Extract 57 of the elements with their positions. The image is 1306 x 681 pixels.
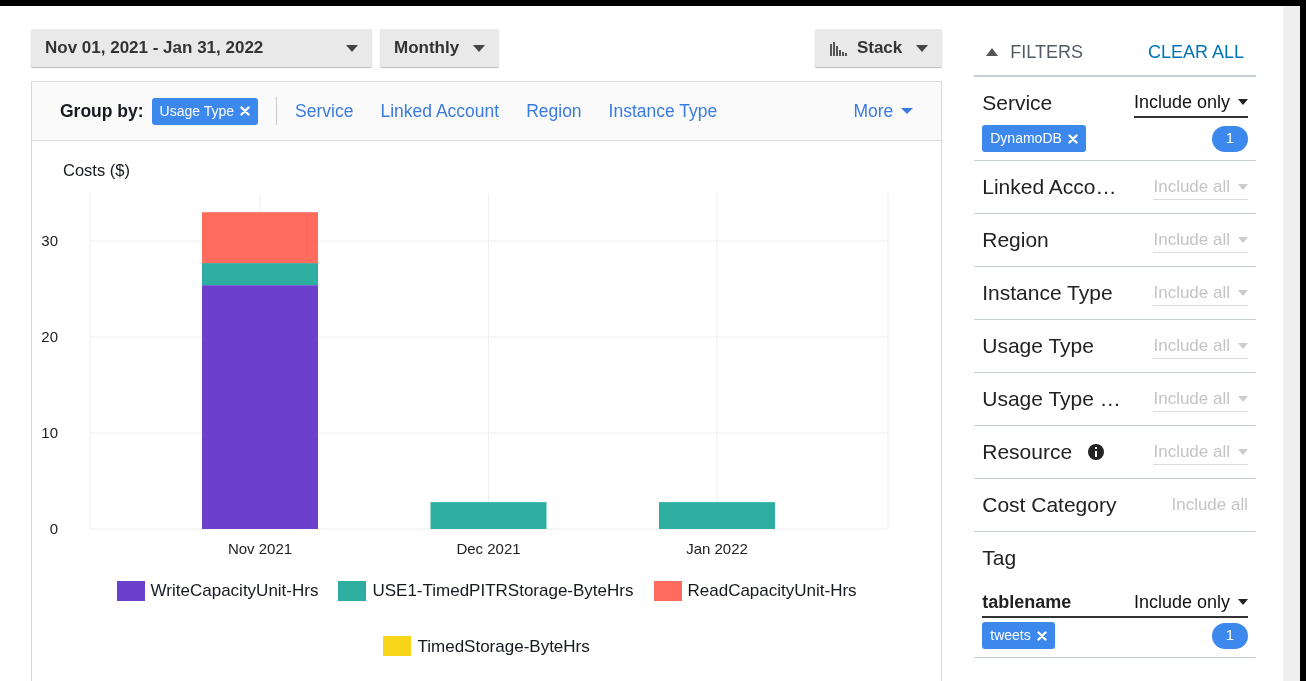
y-tick-label: 30	[41, 232, 58, 249]
filter-label: Instance Type	[982, 280, 1113, 307]
filter-chip[interactable]: tweets	[982, 622, 1055, 649]
date-range-dropdown[interactable]: Nov 01, 2021 - Jan 31, 2022	[31, 29, 372, 67]
group-by-option[interactable]: Instance Type	[608, 97, 718, 125]
caret-icon	[473, 44, 486, 52]
count-badge: 1	[1212, 622, 1248, 649]
group-by-option[interactable]: Region	[526, 97, 582, 125]
legend-label: TimedStorage-ByteHrs	[417, 635, 590, 658]
filter-label: Service	[982, 90, 1053, 117]
bar-chart-icon	[828, 40, 849, 56]
caret-icon	[1238, 289, 1248, 296]
filter-chip[interactable]: DynamoDB	[982, 125, 1086, 152]
caret-icon	[1238, 99, 1248, 105]
group-by-option[interactable]: Linked Account	[380, 97, 500, 125]
granularity-dropdown[interactable]: Monthly	[380, 29, 500, 67]
caret-icon	[901, 108, 914, 114]
legend-label: ReadCapacityUnit-Hrs	[687, 580, 857, 602]
filter-label: Resource	[982, 439, 1073, 466]
caret-icon	[1238, 448, 1248, 455]
y-tick-label: 10	[41, 424, 58, 441]
close-icon[interactable]	[240, 106, 251, 116]
legend-label: USE1-TimedPITRStorage-ByteHrs	[372, 580, 634, 602]
filter-mode-dropdown[interactable]: Include only	[1133, 88, 1248, 118]
filter-label: Usage Type	[982, 333, 1094, 360]
caret-icon	[1238, 342, 1248, 349]
filter-label: Usage Type …	[982, 386, 1121, 413]
legend-label: WriteCapacityUnit-Hrs	[150, 580, 319, 602]
usage-type-chip[interactable]: Usage Type	[151, 97, 259, 125]
tag-key-label: tablename	[982, 590, 1072, 614]
clear-all-link[interactable]: CLEAR ALL	[1147, 38, 1244, 66]
close-icon[interactable]	[1036, 630, 1047, 641]
y-tick-label: 20	[41, 328, 58, 345]
y-tick-label: 0	[49, 520, 58, 537]
group-by-label: Group by:	[60, 99, 144, 123]
caret-icon	[1238, 599, 1248, 605]
x-tick-label: Jan 2022	[686, 540, 748, 557]
axis-title: Costs ($)	[63, 160, 130, 181]
x-tick-label: Dec 2021	[456, 540, 521, 557]
caret-icon	[1238, 395, 1248, 402]
filter-label: Tag	[982, 545, 1017, 572]
filter-mode-dropdown[interactable]: Include only	[1133, 588, 1248, 616]
info-icon	[1088, 444, 1105, 460]
caret-icon	[916, 44, 929, 52]
more-dropdown[interactable]: More	[853, 97, 914, 125]
caret-icon	[1238, 183, 1248, 190]
count-badge: 1	[1212, 125, 1248, 152]
close-icon[interactable]	[1067, 133, 1078, 144]
group-by-option[interactable]: Service	[295, 97, 354, 125]
caret-icon	[1238, 236, 1248, 243]
filter-label: Linked Acco…	[982, 174, 1117, 201]
x-tick-label: Nov 2021	[227, 540, 293, 557]
caret-icon	[346, 44, 358, 52]
filter-label: Region	[982, 227, 1049, 254]
chart-style-dropdown[interactable]: Stack	[814, 29, 943, 67]
filters-toggle[interactable]: FILTERS	[986, 38, 1083, 66]
filter-label: Cost Category	[982, 492, 1117, 519]
